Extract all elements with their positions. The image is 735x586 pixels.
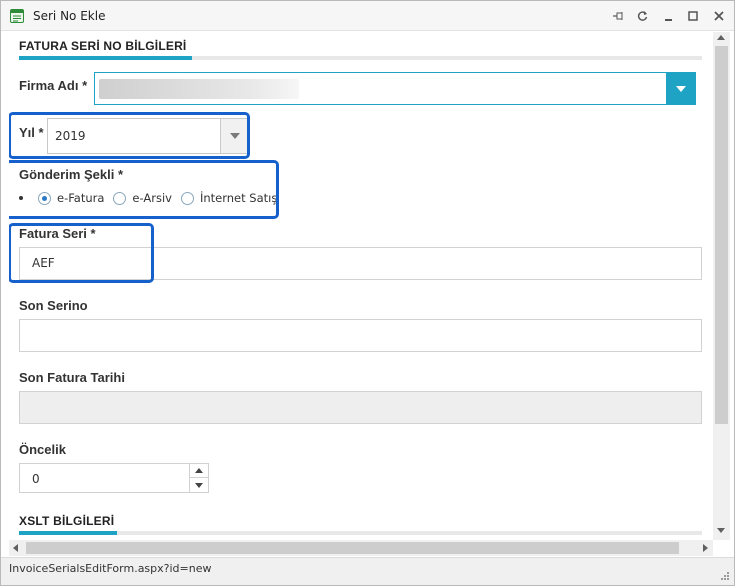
refresh-icon <box>637 11 648 21</box>
close-button[interactable] <box>711 8 727 24</box>
form-content: FATURA SERİ NO BİLGİLERİ Firma Adı * Yıl… <box>9 32 713 540</box>
oncelik-value[interactable]: 0 <box>32 472 40 486</box>
scroll-up-icon[interactable] <box>717 35 725 40</box>
form-icon <box>10 9 24 23</box>
title-bar[interactable]: Seri No Ekle <box>1 1 734 31</box>
scroll-down-icon[interactable] <box>717 528 725 533</box>
oncelik-label: Öncelik <box>19 442 66 457</box>
section-divider <box>19 56 702 60</box>
scroll-left-icon[interactable] <box>13 544 18 552</box>
refresh-button[interactable] <box>634 8 650 24</box>
caret-down-icon <box>675 85 686 92</box>
son-fatura-tarihi-input <box>19 391 702 424</box>
section-title-invoice-serial: FATURA SERİ NO BİLGİLERİ <box>19 39 187 53</box>
resize-grip-icon[interactable] <box>720 571 730 581</box>
dialog-window: Seri No Ekle FATURA SERİ NO BİLGİLERİ Fi… <box>0 0 735 586</box>
triangle-up-icon <box>195 468 203 473</box>
pin-button[interactable] <box>610 8 626 24</box>
vertical-scrollbar[interactable] <box>713 32 730 540</box>
minimize-icon <box>665 19 672 21</box>
status-url: InvoiceSerialsEditForm.aspx?id=new <box>9 562 212 575</box>
section-title-xslt: XSLT BİLGİLERİ <box>19 514 115 528</box>
minimize-button[interactable] <box>660 8 676 24</box>
son-serino-input[interactable] <box>19 319 702 352</box>
firma-label: Firma Adı * <box>19 78 88 93</box>
spinner-up-button[interactable] <box>190 464 208 478</box>
firma-dropdown-button[interactable] <box>666 73 695 104</box>
firma-select[interactable] <box>94 72 696 105</box>
section-divider <box>19 531 702 535</box>
window-title: Seri No Ekle <box>33 9 106 23</box>
status-bar: InvoiceSerialsEditForm.aspx?id=new <box>1 557 734 585</box>
son-fatura-tarihi-label: Son Fatura Tarihi <box>19 370 125 385</box>
spinner-buttons <box>189 464 208 492</box>
close-icon <box>714 11 724 21</box>
highlight-box-gonderim <box>9 160 279 219</box>
maximize-icon <box>688 11 698 21</box>
maximize-button[interactable] <box>685 8 701 24</box>
scroll-right-icon[interactable] <box>703 544 708 552</box>
horizontal-scroll-thumb[interactable] <box>26 542 679 554</box>
vertical-scroll-thumb[interactable] <box>715 46 728 424</box>
oncelik-spinner[interactable]: 0 <box>19 463 209 493</box>
triangle-down-icon <box>195 482 203 488</box>
son-serino-label: Son Serino <box>19 298 88 313</box>
pin-icon <box>613 12 623 20</box>
spinner-down-button[interactable] <box>190 478 208 492</box>
horizontal-scrollbar[interactable] <box>9 540 713 556</box>
highlight-box-yil <box>9 112 250 159</box>
firma-value-redacted <box>99 79 299 99</box>
highlight-box-fatura-seri <box>9 223 154 283</box>
